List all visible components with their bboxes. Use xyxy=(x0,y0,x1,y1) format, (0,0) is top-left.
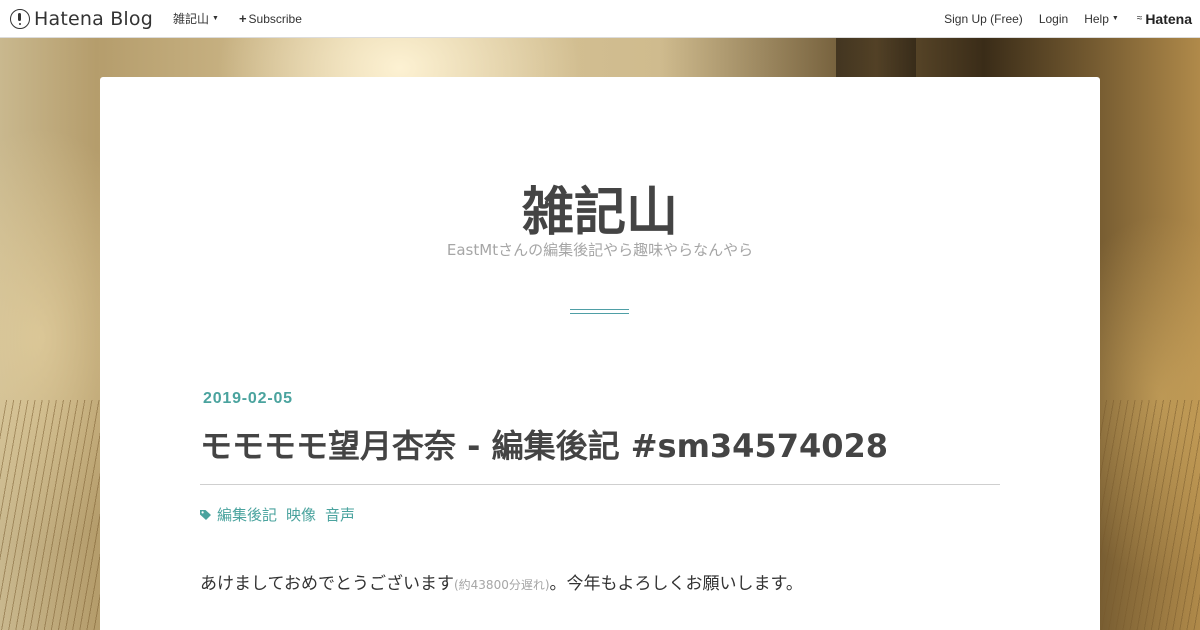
hatena-brand-link[interactable]: ≈ Hatena xyxy=(1137,11,1192,27)
plus-icon: + xyxy=(238,11,247,26)
login-link[interactable]: Login xyxy=(1039,12,1068,26)
subscribe-button[interactable]: + Subscribe xyxy=(239,11,302,26)
help-label: Help xyxy=(1084,11,1109,26)
background-grass-left xyxy=(0,400,100,630)
entry-body-rest: 。今年もよろしくお願いします。 xyxy=(549,574,803,594)
global-header-right: Sign Up (Free) Login Help ▼ ≈ Hatena xyxy=(928,11,1200,27)
blog-title[interactable]: 雑記山 xyxy=(100,170,1100,245)
logo-text: Hatena Blog xyxy=(34,7,153,30)
hatena-blog-logo-link[interactable]: Hatena Blog xyxy=(10,8,153,30)
entry-body-paragraph: あけましておめでとうございます(約43800分遅れ)。今年もよろしくお願いします… xyxy=(200,569,1000,594)
entry-title-divider xyxy=(200,484,1000,485)
entry-body-note: (約43800分遅れ) xyxy=(453,578,550,592)
blog-menu-dropdown[interactable]: 雑記山 ▼ xyxy=(173,10,219,27)
subscribe-label: Subscribe xyxy=(248,11,302,26)
background-grass-right xyxy=(1100,400,1200,630)
category-link[interactable]: 音声 xyxy=(325,504,355,525)
caret-down-icon: ▼ xyxy=(212,15,219,22)
blog-menu-label: 雑記山 xyxy=(173,12,210,26)
signup-link[interactable]: Sign Up (Free) xyxy=(944,12,1023,26)
entry-categories: 編集後記 映像 音声 xyxy=(200,504,364,525)
entry-title[interactable]: モモモモ望月杏奈 - 編集後記 #sm34574028 xyxy=(200,421,1000,467)
category-link[interactable]: 編集後記 xyxy=(217,504,277,525)
hatena-brand-label: Hatena xyxy=(1145,10,1192,27)
global-header: Hatena Blog 雑記山 ▼ + Subscribe Sign Up (F… xyxy=(0,0,1200,38)
caret-down-icon: ▼ xyxy=(1111,15,1119,22)
blog-description: EastMtさんの編集後記やら趣味やらなんやら xyxy=(446,241,754,259)
entry-date[interactable]: 2019-02-05 xyxy=(203,390,293,408)
category-link[interactable]: 映像 xyxy=(286,504,316,525)
help-dropdown[interactable]: Help ▼ xyxy=(1084,12,1119,26)
content-card: 雑記山 EastMtさんの編集後記やら趣味やらなんやら 2019-02-05 モ… xyxy=(100,77,1100,630)
entry-body-main: あけましておめでとうございます xyxy=(200,574,454,594)
hatena-brand-icon: ≈ xyxy=(1136,13,1143,24)
hatena-blog-logo-icon xyxy=(10,8,30,29)
title-divider xyxy=(570,309,629,314)
tag-icon xyxy=(200,509,211,520)
